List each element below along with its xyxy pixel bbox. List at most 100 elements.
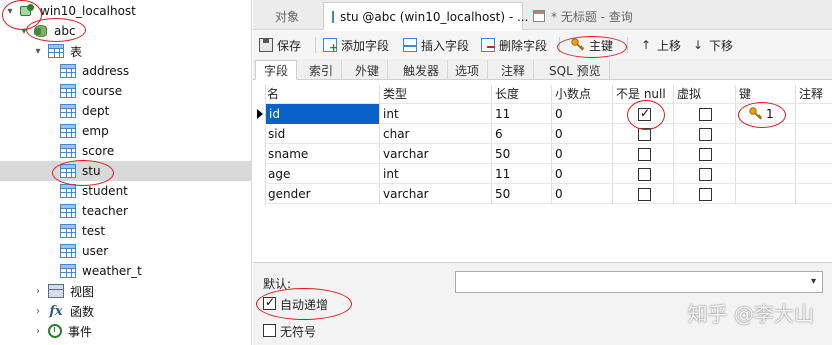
field-name-cell[interactable]: sid [268, 124, 285, 144]
chevron-down-icon[interactable]: ▾ [18, 25, 30, 37]
not-null-checkbox[interactable] [638, 188, 651, 201]
field-name-cell[interactable]: sname [268, 144, 308, 164]
not-null-checkbox[interactable] [638, 168, 651, 181]
chevron-right-icon[interactable]: › [32, 285, 44, 297]
virtual-checkbox[interactable] [699, 188, 712, 201]
subtab-comment[interactable]: 注释 [493, 60, 535, 80]
field-type-cell[interactable]: varchar [383, 184, 429, 204]
views-group-label: 视图 [70, 284, 95, 299]
field-decimals-cell[interactable]: 0 [555, 104, 563, 124]
subtab-foreign-keys[interactable]: 外键 [347, 60, 389, 80]
default-value-select[interactable]: ▾ [455, 271, 823, 293]
table-icon [332, 10, 334, 23]
table-icon [60, 144, 76, 158]
column-header-key[interactable]: 键 [739, 85, 751, 103]
subtab-triggers[interactable]: 触发器 [395, 60, 449, 80]
column-header-name[interactable]: 名 [267, 85, 279, 103]
column-header-length[interactable]: 长度 [495, 85, 519, 103]
move-up-button[interactable]: ↑ 上移 [639, 35, 681, 55]
chevron-down-icon[interactable]: ▾ [811, 276, 816, 287]
primary-key-button[interactable]: 主键 [571, 35, 613, 55]
column-header-decimals[interactable]: 小数点 [555, 85, 591, 103]
delete-field-icon [481, 38, 495, 52]
field-name-cell[interactable]: id [266, 104, 379, 124]
field-type-cell[interactable]: char [383, 124, 410, 144]
add-field-label: 添加字段 [341, 38, 390, 53]
field-decimals-cell[interactable]: 0 [555, 184, 563, 204]
subtab-label: 选项 [455, 63, 480, 78]
table-icon [60, 224, 76, 238]
column-header-type[interactable]: 类型 [383, 85, 407, 103]
field-name-cell[interactable]: age [268, 164, 290, 184]
tree-table-item[interactable]: student [60, 181, 128, 201]
tab-objects[interactable]: 对象 [267, 2, 307, 30]
field-length-cell[interactable]: 50 [495, 184, 510, 204]
tree-table-item[interactable]: test [60, 221, 105, 241]
subtab-label: SQL 预览 [549, 63, 601, 78]
tree-table-item[interactable]: dept [60, 101, 109, 121]
designer-subtabs: 字段 索引 外键 触发器 选项 注释 SQL 预览 [253, 59, 832, 80]
field-type-cell[interactable]: int [383, 164, 399, 184]
virtual-checkbox[interactable] [699, 168, 712, 181]
tree-table-item[interactable]: emp [60, 121, 109, 141]
field-decimals-cell[interactable]: 0 [555, 124, 563, 144]
table-icon [60, 164, 76, 178]
tree-table-item-selected[interactable]: stu [0, 161, 251, 181]
not-null-checkbox[interactable] [638, 148, 651, 161]
tree-table-item[interactable]: user [60, 241, 108, 261]
tree-table-item[interactable]: course [60, 81, 122, 101]
arrow-down-icon: ↓ [692, 38, 704, 52]
tree-database[interactable]: ▾ abc [18, 21, 75, 41]
table-icon [60, 124, 76, 138]
subtab-label: 注释 [501, 63, 526, 78]
subtab-indexes[interactable]: 索引 [301, 60, 343, 80]
chevron-right-icon[interactable]: › [32, 305, 44, 317]
field-key-cell[interactable]: 1 [766, 104, 774, 124]
tree-views-group[interactable]: › 视图 [32, 281, 94, 301]
tree-connection[interactable]: ▾ win10_localhost [4, 1, 136, 21]
column-header-not-null[interactable]: 不是 null [616, 85, 666, 103]
tree-events-group[interactable]: › 事件 [32, 321, 92, 341]
chevron-right-icon[interactable]: › [32, 325, 44, 337]
tab-query[interactable]: * 无标题 - 查询 [525, 2, 641, 30]
field-length-cell[interactable]: 11 [495, 104, 510, 124]
chevron-down-icon[interactable]: ▾ [4, 5, 16, 17]
not-null-checkbox[interactable] [638, 106, 651, 121]
auto-increment-checkbox[interactable] [263, 295, 276, 310]
column-header-virtual[interactable]: 虚拟 [677, 85, 701, 103]
field-type-cell[interactable]: varchar [383, 144, 429, 164]
field-length-cell[interactable]: 6 [495, 124, 503, 144]
grid-divider [265, 143, 832, 144]
field-type-cell[interactable]: int [383, 104, 399, 124]
not-null-checkbox[interactable] [638, 128, 651, 141]
move-down-button[interactable]: ↓ 下移 [691, 35, 733, 55]
virtual-checkbox[interactable] [699, 148, 712, 161]
field-decimals-cell[interactable]: 0 [555, 144, 563, 164]
tree-table-item[interactable]: teacher [60, 201, 128, 221]
tree-tables-group[interactable]: ▾ 表 [32, 41, 82, 61]
subtab-sql-preview[interactable]: SQL 预览 [541, 60, 610, 80]
tab-table-design[interactable]: stu @abc (win10_localhost) - ... [323, 2, 528, 30]
table-label: course [82, 84, 123, 98]
column-header-comment[interactable]: 注释 [799, 85, 823, 103]
tree-table-item[interactable]: address [60, 61, 129, 81]
key-icon [749, 107, 763, 121]
tree-functions-group[interactable]: › fx 函数 [32, 301, 94, 321]
field-length-cell[interactable]: 11 [495, 164, 510, 184]
chevron-down-icon[interactable]: ▾ [32, 45, 44, 57]
subtab-fields[interactable]: 字段 [255, 60, 298, 80]
primary-key-label: 主键 [589, 38, 614, 53]
field-length-cell[interactable]: 50 [495, 144, 510, 164]
field-name-cell[interactable]: gender [268, 184, 311, 204]
save-button[interactable]: 保存 [259, 35, 301, 55]
virtual-checkbox[interactable] [699, 108, 712, 121]
virtual-checkbox[interactable] [699, 128, 712, 141]
tree-table-item[interactable]: score [60, 141, 114, 161]
add-field-button[interactable]: + 添加字段 [323, 35, 389, 55]
subtab-options[interactable]: 选项 [447, 60, 489, 80]
insert-field-button[interactable]: 插入字段 [403, 35, 469, 55]
tree-table-item[interactable]: weather_t [60, 261, 142, 281]
delete-field-button[interactable]: 删除字段 [481, 35, 547, 55]
unsigned-checkbox[interactable] [263, 324, 276, 337]
field-decimals-cell[interactable]: 0 [555, 164, 563, 184]
